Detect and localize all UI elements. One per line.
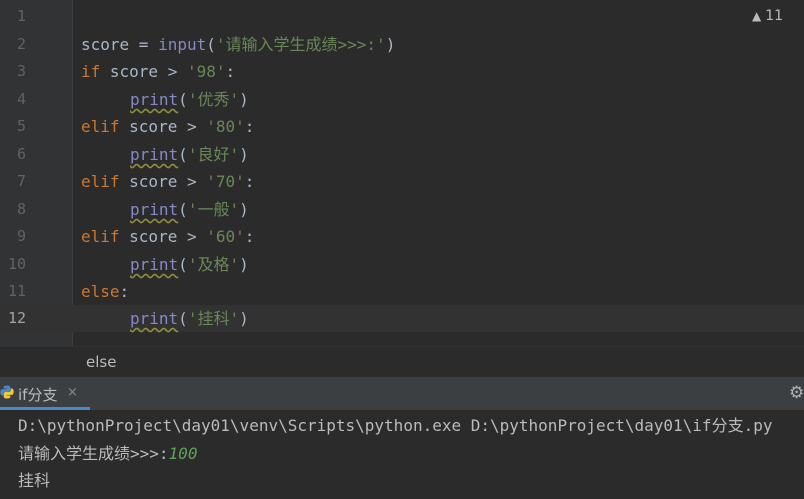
line-number: 5 [16, 117, 26, 135]
code-text: print('挂科') [130, 309, 249, 328]
code-text: print('一般') [130, 200, 249, 219]
code-text: elif score > '80': [81, 117, 255, 136]
code-text: else: [81, 282, 130, 301]
breadcrumb-item[interactable]: else [86, 353, 116, 371]
code-text: if score > '98': [81, 62, 236, 81]
code-text: elif score > '70': [81, 172, 255, 191]
line-number: 12 [7, 309, 26, 327]
code-editor[interactable]: ▲ 11 1 2 score = input('请输入学生成绩>>>:') 3 i… [0, 0, 804, 346]
code-line[interactable]: 1 [0, 3, 804, 30]
line-number: 8 [16, 200, 26, 218]
code-text: score = input('请输入学生成绩>>>:') [81, 35, 396, 54]
code-text: print('及格') [130, 255, 249, 274]
console-prompt-line: 请输入学生成绩>>>:100 [18, 440, 197, 467]
tab-run-config[interactable]: if分支 × [0, 377, 90, 410]
code-line[interactable]: 10 print('及格') [0, 251, 804, 278]
line-number: 9 [16, 227, 26, 245]
tab-label: if分支 [18, 386, 58, 404]
python-icon [0, 385, 14, 399]
code-line[interactable]: 7 elif score > '70': [0, 168, 804, 195]
gear-icon[interactable]: ⚙ [789, 383, 804, 403]
line-number: 1 [16, 7, 26, 25]
line-number: 7 [16, 172, 26, 190]
line-number: 6 [16, 145, 26, 163]
console-output-line: 挂科 [18, 471, 51, 490]
run-console[interactable]: D:\pythonProject\day01\venv\Scripts\pyth… [0, 410, 804, 499]
breadcrumb: else [0, 346, 804, 378]
line-number: 11 [7, 282, 26, 300]
code-line[interactable]: 11 else: [0, 278, 804, 305]
console-command-line: D:\pythonProject\day01\venv\Scripts\pyth… [18, 416, 773, 435]
line-number: 4 [16, 90, 26, 108]
line-number: 10 [7, 255, 26, 273]
line-number: 2 [16, 35, 26, 53]
console-prompt: 请输入学生成绩>>>: [18, 444, 169, 463]
code-line[interactable]: 2 score = input('请输入学生成绩>>>:') [0, 31, 804, 58]
code-line[interactable]: 12 print('挂科') [0, 305, 804, 332]
close-icon[interactable]: × [67, 385, 78, 400]
code-line[interactable]: 5 elif score > '80': [0, 113, 804, 140]
code-text: print('良好') [130, 145, 249, 164]
code-line[interactable]: 4 print('优秀') [0, 86, 804, 113]
code-line[interactable]: 9 elif score > '60': [0, 223, 804, 250]
run-tool-window-header: if分支 × ⚙ [0, 377, 804, 410]
console-user-input: 100 [168, 444, 198, 463]
code-text: print('优秀') [130, 90, 249, 109]
code-line[interactable]: 6 print('良好') [0, 141, 804, 168]
code-line[interactable]: 8 print('一般') [0, 196, 804, 223]
code-text: elif score > '60': [81, 227, 255, 246]
code-line[interactable]: 3 if score > '98': [0, 58, 804, 85]
line-number: 3 [16, 62, 26, 80]
